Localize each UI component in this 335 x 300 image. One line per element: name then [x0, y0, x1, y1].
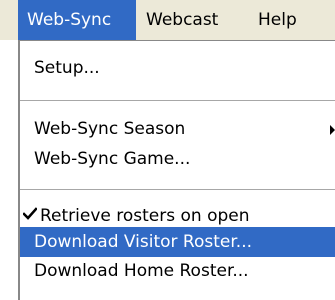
menu-item-setup-label: Setup...: [34, 58, 100, 78]
menubar: Web-Sync Webcast Help: [0, 0, 335, 40]
submenu-arrow-icon: [330, 125, 335, 135]
menu-separator: [20, 100, 335, 102]
menu-websync[interactable]: Web-Sync: [18, 0, 136, 40]
menu-item-websync-game[interactable]: Web-Sync Game...: [20, 144, 335, 174]
menu-item-websync-season-label: Web-Sync Season: [34, 119, 186, 139]
menu-item-download-visitor-roster-label: Download Visitor Roster...: [34, 232, 252, 252]
menu-item-websync-season[interactable]: Web-Sync Season: [20, 114, 335, 144]
menu-separator: [20, 189, 335, 191]
menu-item-download-home-roster-label: Download Home Roster...: [34, 261, 249, 281]
menu-item-download-home-roster[interactable]: Download Home Roster...: [20, 256, 335, 286]
menu-item-setup[interactable]: Setup...: [20, 53, 335, 83]
check-icon: [23, 207, 37, 220]
menu-item-download-visitor-roster[interactable]: Download Visitor Roster...: [20, 227, 335, 257]
menu-webcast[interactable]: Webcast: [146, 0, 218, 40]
websync-dropdown-menu: Setup... Web-Sync Season Web-Sync Game..…: [18, 40, 335, 300]
menu-item-websync-game-label: Web-Sync Game...: [34, 149, 191, 169]
menu-help[interactable]: Help: [258, 0, 297, 40]
